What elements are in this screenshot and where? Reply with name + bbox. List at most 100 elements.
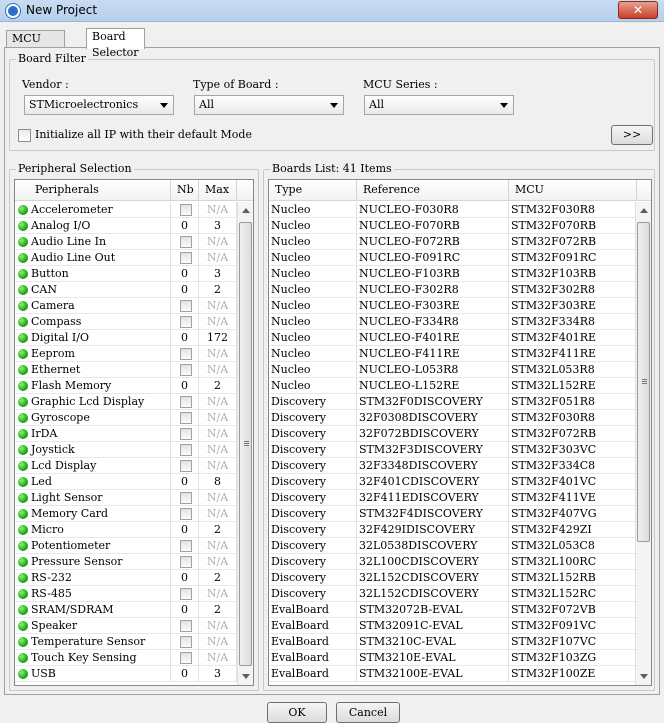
nb-cell[interactable]: 0	[171, 330, 199, 346]
peripherals-column-header[interactable]: Peripherals	[15, 180, 171, 201]
nb-cell[interactable]	[171, 410, 199, 426]
table-row[interactable]: Accelerometer N/A	[15, 202, 237, 218]
nb-cell[interactable]	[171, 538, 199, 554]
table-row[interactable]: Discovery STM32F4DISCOVERY STM32F407VG	[269, 506, 637, 522]
table-row[interactable]: Nucleo NUCLEO-L053R8 STM32L053R8	[269, 362, 637, 378]
table-row[interactable]: SRAM/SDRAM 0 2	[15, 602, 237, 618]
table-row[interactable]: USB 0 3	[15, 666, 237, 682]
nb-checkbox[interactable]	[180, 396, 192, 408]
table-row[interactable]: Nucleo NUCLEO-F411RE STM32F411RE	[269, 346, 637, 362]
table-row[interactable]: CAN 0 2	[15, 282, 237, 298]
nb-checkbox[interactable]	[180, 204, 192, 216]
nb-checkbox[interactable]	[180, 588, 192, 600]
table-row[interactable]: EvalBoard STM3210C-EVAL STM32F107VC	[269, 634, 637, 650]
nb-cell[interactable]	[171, 618, 199, 634]
nb-cell[interactable]: 0	[171, 282, 199, 298]
nb-checkbox[interactable]	[180, 556, 192, 568]
nb-cell[interactable]	[171, 346, 199, 362]
nb-checkbox[interactable]	[180, 412, 192, 424]
nb-cell[interactable]	[171, 458, 199, 474]
nb-cell[interactable]	[171, 394, 199, 410]
nb-checkbox[interactable]	[180, 508, 192, 520]
table-row[interactable]: Digital I/O 0 172	[15, 330, 237, 346]
type-of-board-select[interactable]: All	[194, 95, 344, 115]
scroll-thumb[interactable]	[239, 222, 252, 666]
table-row[interactable]: Discovery 32F072BDISCOVERY STM32F072RB	[269, 426, 637, 442]
table-row[interactable]: EvalBoard STM32100E-EVAL STM32F100ZE	[269, 666, 637, 682]
ok-button[interactable]: OK	[267, 702, 327, 723]
nb-checkbox[interactable]	[180, 236, 192, 248]
table-row[interactable]: Compass N/A	[15, 314, 237, 330]
table-row[interactable]: Flash Memory 0 2	[15, 378, 237, 394]
table-row[interactable]: Nucleo NUCLEO-F072RB STM32F072RB	[269, 234, 637, 250]
table-row[interactable]: Discovery 32L0538DISCOVERY STM32L053C8	[269, 538, 637, 554]
tab-board-selector[interactable]: Board Selector	[86, 28, 145, 59]
table-row[interactable]: Lcd Display N/A	[15, 458, 237, 474]
nb-checkbox[interactable]	[180, 316, 192, 328]
nb-cell[interactable]: 0	[171, 378, 199, 394]
table-row[interactable]: Audio Line Out N/A	[15, 250, 237, 266]
table-row[interactable]: Nucleo NUCLEO-F030R8 STM32F030R8	[269, 202, 637, 218]
table-row[interactable]: Touch Key Sensing N/A	[15, 650, 237, 666]
table-row[interactable]: Analog I/O 0 3	[15, 218, 237, 234]
table-row[interactable]: Discovery 32F3348DISCOVERY STM32F334C8	[269, 458, 637, 474]
scroll-up-icon[interactable]	[640, 208, 648, 213]
table-row[interactable]: Audio Line In N/A	[15, 234, 237, 250]
table-row[interactable]: Discovery 32F401CDISCOVERY STM32F401VC	[269, 474, 637, 490]
nb-cell[interactable]	[171, 442, 199, 458]
nb-cell[interactable]: 0	[171, 666, 199, 682]
table-row[interactable]: Memory Card N/A	[15, 506, 237, 522]
table-row[interactable]: Camera N/A	[15, 298, 237, 314]
expand-filter-button[interactable]: >>	[611, 125, 653, 145]
table-row[interactable]: RS-232 0 2	[15, 570, 237, 586]
boards-scrollbar[interactable]	[635, 202, 651, 685]
table-row[interactable]: Discovery 32F429IDISCOVERY STM32F429ZI	[269, 522, 637, 538]
nb-cell[interactable]	[171, 506, 199, 522]
max-column-header[interactable]: Max	[199, 180, 237, 201]
nb-cell[interactable]: 0	[171, 474, 199, 490]
table-row[interactable]: Speaker N/A	[15, 618, 237, 634]
mcu-column-header[interactable]: MCU	[509, 180, 637, 201]
table-row[interactable]: Micro 0 2	[15, 522, 237, 538]
table-row[interactable]: Button 0 3	[15, 266, 237, 282]
cancel-button[interactable]: Cancel	[336, 702, 400, 723]
table-row[interactable]: Graphic Lcd Display N/A	[15, 394, 237, 410]
nb-checkbox[interactable]	[180, 300, 192, 312]
table-row[interactable]: Nucleo NUCLEO-F302R8 STM32F302R8	[269, 282, 637, 298]
init-ip-checkbox[interactable]	[18, 129, 31, 142]
scroll-down-icon[interactable]	[242, 674, 250, 679]
table-row[interactable]: Pressure Sensor N/A	[15, 554, 237, 570]
vendor-select[interactable]: STMicroelectronics	[24, 95, 174, 115]
table-row[interactable]: Discovery 32L100CDISCOVERY STM32L100RC	[269, 554, 637, 570]
nb-cell[interactable]: 0	[171, 570, 199, 586]
table-row[interactable]: Nucleo NUCLEO-F091RC STM32F091RC	[269, 250, 637, 266]
scroll-down-icon[interactable]	[640, 674, 648, 679]
table-row[interactable]: Temperature Sensor N/A	[15, 634, 237, 650]
nb-cell[interactable]	[171, 650, 199, 666]
nb-cell[interactable]	[171, 490, 199, 506]
table-row[interactable]: EvalBoard STM32072B-EVAL STM32F072VB	[269, 602, 637, 618]
table-row[interactable]: Discovery 32F0308DISCOVERY STM32F030R8	[269, 410, 637, 426]
table-row[interactable]: Ethernet N/A	[15, 362, 237, 378]
nb-cell[interactable]: 0	[171, 266, 199, 282]
nb-checkbox[interactable]	[180, 540, 192, 552]
table-row[interactable]: Eeprom N/A	[15, 346, 237, 362]
nb-checkbox[interactable]	[180, 636, 192, 648]
nb-cell[interactable]	[171, 314, 199, 330]
table-row[interactable]: Nucleo NUCLEO-F103RB STM32F103RB	[269, 266, 637, 282]
type-column-header[interactable]: Type	[269, 180, 357, 201]
table-row[interactable]: Potentiometer N/A	[15, 538, 237, 554]
reference-column-header[interactable]: Reference	[357, 180, 509, 201]
nb-cell[interactable]	[171, 426, 199, 442]
table-row[interactable]: Discovery 32L152CDISCOVERY STM32L152RC	[269, 586, 637, 602]
nb-cell[interactable]	[171, 250, 199, 266]
nb-column-header[interactable]: Nb	[171, 180, 199, 201]
table-row[interactable]: EvalBoard STM32091C-EVAL STM32F091VC	[269, 618, 637, 634]
table-row[interactable]: Discovery STM32F0DISCOVERY STM32F051R8	[269, 394, 637, 410]
nb-checkbox[interactable]	[180, 364, 192, 376]
scroll-thumb[interactable]	[637, 222, 650, 542]
nb-checkbox[interactable]	[180, 428, 192, 440]
nb-checkbox[interactable]	[180, 444, 192, 456]
table-row[interactable]: RS-485 N/A	[15, 586, 237, 602]
table-row[interactable]: Discovery 32L152CDISCOVERY STM32L152RB	[269, 570, 637, 586]
